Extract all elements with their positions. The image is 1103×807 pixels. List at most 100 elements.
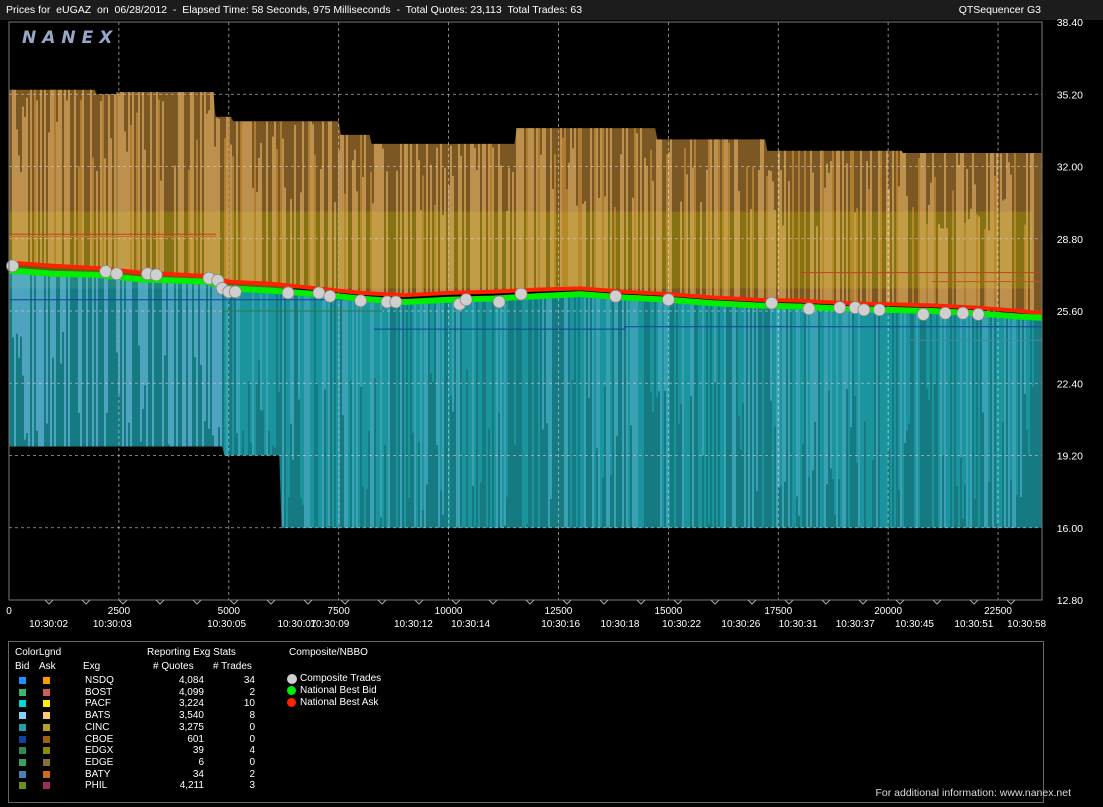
composite-trade-point	[354, 294, 368, 308]
quote-count: 601	[187, 733, 204, 745]
y-tick-label: 12.80	[1057, 595, 1083, 607]
composite-marker	[287, 686, 296, 695]
composite-marker	[287, 674, 297, 684]
axis-marker	[155, 599, 165, 605]
y-tick-label: 25.60	[1057, 306, 1083, 318]
quote-count: 3,224	[178, 698, 204, 710]
exchange-name: EDGX	[85, 745, 114, 757]
composite-trade-point	[857, 303, 871, 317]
axis-marker	[451, 599, 461, 605]
bid-color-swatch	[19, 758, 26, 766]
x-time-label: 10:30:05	[207, 619, 246, 630]
x-tick-label: 20000	[874, 606, 902, 617]
x-tick-label: 22500	[984, 606, 1012, 617]
x-time-label: 10:30:31	[779, 619, 818, 630]
bid-color-swatch	[19, 723, 26, 731]
x-time-label: 10:30:22	[662, 619, 701, 630]
ask-color-swatch	[43, 770, 50, 778]
exchange-name: CBOE	[85, 733, 114, 745]
quote-count: 4,099	[178, 686, 204, 698]
x-time-label: 10:30:26	[721, 619, 760, 630]
axis-marker	[673, 599, 683, 605]
x-tick-label: 0	[6, 606, 12, 617]
composite-trade-point	[661, 293, 675, 307]
x-time-label: 10:30:37	[836, 619, 875, 630]
axis-marker	[1006, 599, 1016, 605]
axis-marker	[932, 599, 942, 605]
y-tick-label: 32.00	[1057, 162, 1083, 174]
quote-count: 4,084	[178, 675, 204, 686]
axis-marker	[377, 599, 387, 605]
composite-trade-point	[149, 268, 163, 282]
axis-marker	[858, 599, 868, 605]
composite-trade-point	[6, 259, 19, 273]
composite-trade-point	[312, 286, 326, 300]
price-chart: 38.40 35.20 32.00 28.80 25.60 22.40 19.20 16.00…	[6, 17, 1083, 630]
composite-trade-point	[609, 289, 623, 303]
y-tick-label: 19.20	[1057, 451, 1083, 463]
bid-color-swatch	[19, 712, 26, 720]
x-time-label: 10:30:58	[1007, 619, 1046, 630]
ask-color-swatch	[43, 747, 50, 755]
x-time-label: 10:30:45	[895, 619, 934, 630]
ask-color-swatch	[43, 700, 50, 708]
bid-color-swatch	[19, 735, 26, 743]
x-tick-label: 2500	[108, 606, 131, 617]
composite-trade-point	[492, 295, 506, 309]
exchange-name: CINC	[85, 721, 110, 733]
trade-count: 8	[249, 710, 255, 722]
exchange-name: BOST	[85, 686, 113, 698]
x-tick-label: 7500	[328, 606, 351, 617]
axis-marker	[969, 599, 979, 605]
y-tick-label: 38.40	[1057, 17, 1083, 29]
trades-header: # Trades	[213, 661, 252, 672]
composite-trade-point	[514, 287, 528, 301]
ask-color-swatch	[43, 723, 50, 731]
axis-marker	[710, 599, 720, 605]
composite-trade-point	[956, 306, 970, 320]
x-tick-label: 15000	[654, 606, 682, 617]
x-tick-label: 10000	[435, 606, 463, 617]
x-time-label: 10:30:51	[954, 619, 993, 630]
axis-marker	[266, 599, 276, 605]
composite-trade-point	[971, 307, 985, 321]
exchange-name: PACF	[85, 698, 111, 710]
exchange-name: BATS	[85, 710, 111, 722]
quote-count: 3,275	[178, 721, 204, 733]
axis-marker	[488, 599, 498, 605]
composite-title: Composite/NBBO	[289, 647, 368, 658]
footer-note: For additional information: www.nanex.ne…	[875, 787, 1071, 799]
axis-marker	[81, 599, 91, 605]
axis-marker	[414, 599, 424, 605]
trade-count: 3	[249, 780, 255, 792]
y-tick-label: 28.80	[1057, 234, 1083, 246]
x-time-label: 10:30:09	[310, 619, 349, 630]
exchange-name: NSDQ	[85, 675, 114, 686]
x-time-label: 10:30:18	[601, 619, 640, 630]
trade-count: 0	[249, 756, 255, 768]
axis-marker	[562, 599, 572, 605]
axis-marker	[118, 599, 128, 605]
composite-trade-point	[459, 293, 473, 307]
quote-count: 3,540	[178, 710, 204, 722]
ask-color-swatch	[43, 735, 50, 743]
bid-color-swatch	[19, 782, 26, 790]
axis-marker	[192, 599, 202, 605]
ask-color-swatch	[43, 677, 50, 684]
composite-trade-point	[228, 285, 242, 299]
y-tick-label: 22.40	[1057, 378, 1083, 390]
composite-trade-point	[323, 289, 337, 303]
exchange-name: EDGE	[85, 756, 114, 768]
quote-count: 34	[192, 768, 204, 780]
axis-marker	[784, 599, 794, 605]
trade-count: 0	[249, 733, 255, 745]
axis-marker	[895, 599, 905, 605]
bid-header: Bid	[15, 661, 30, 672]
ask-color-swatch	[43, 688, 50, 696]
axis-marker	[821, 599, 831, 605]
composite-trade-point	[99, 265, 113, 278]
ask-header: Ask	[39, 661, 56, 672]
composite-trade-point	[802, 302, 816, 316]
x-time-label: 10:30:02	[29, 619, 68, 630]
x-tick-label: 12500	[545, 606, 573, 617]
